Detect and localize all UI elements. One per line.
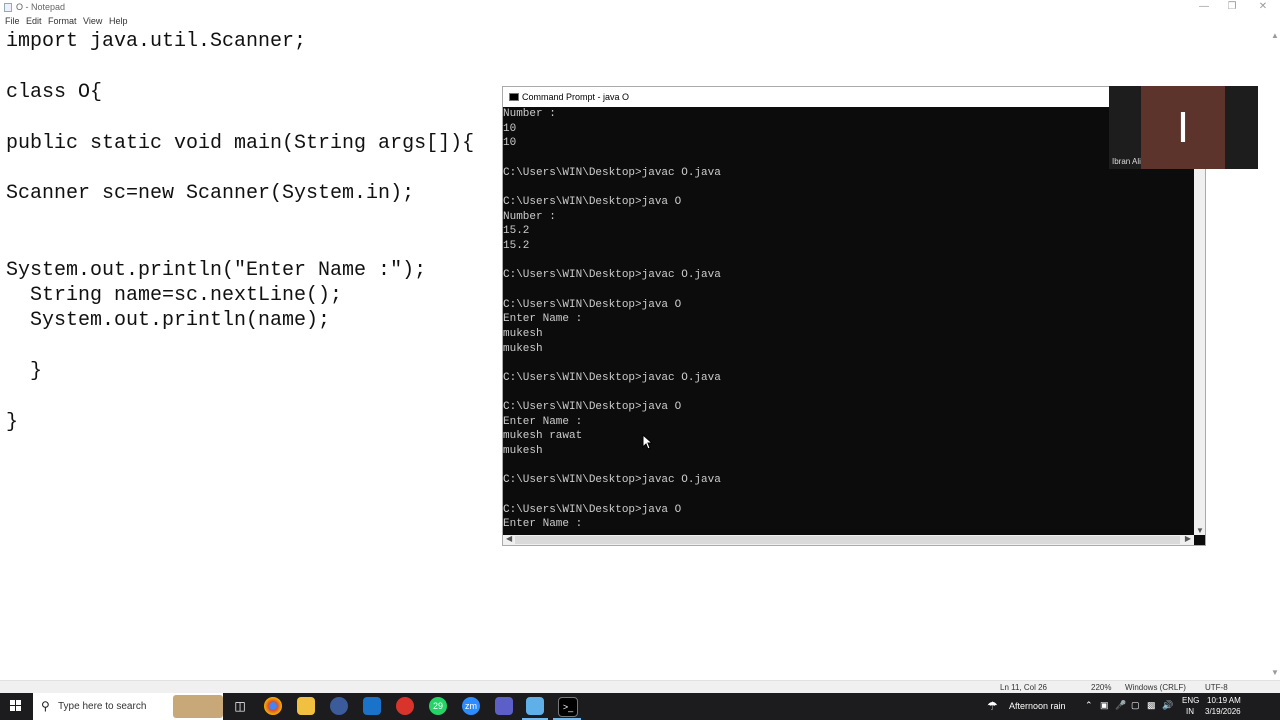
whatsapp-icon[interactable]: 29 xyxy=(429,697,447,715)
command-prompt-icon[interactable]: >_ xyxy=(558,697,578,717)
menu-file[interactable]: File xyxy=(5,16,20,26)
menu-bar: File Edit Format View Help xyxy=(0,15,1280,29)
notepad-icon[interactable] xyxy=(526,697,544,715)
code-line: public static void main(String args[]){ xyxy=(6,132,475,155)
scroll-down-icon[interactable]: ▼ xyxy=(1271,668,1279,677)
scroll-right-icon[interactable]: ▶ xyxy=(1185,534,1191,543)
code-line: System.out.println(name); xyxy=(6,309,331,332)
editor-vertical-scrollbar[interactable]: ▲ ▼ xyxy=(1270,29,1280,677)
teams-icon[interactable] xyxy=(495,697,513,715)
avatar: I xyxy=(1141,86,1225,169)
taskbar: ⚲ Type here to search ◫ 29 zm >_ ☂ After… xyxy=(0,693,1280,720)
code-line: class O{ xyxy=(6,81,103,104)
zoom-icon[interactable]: zm xyxy=(462,697,480,715)
menu-edit[interactable]: Edit xyxy=(26,16,42,26)
cmd-window-title: Command Prompt - java O xyxy=(522,92,630,102)
minimize-button[interactable]: — xyxy=(1189,0,1219,15)
scroll-down-icon[interactable]: ▼ xyxy=(1196,526,1204,535)
restore-button[interactable]: ❐ xyxy=(1217,0,1247,15)
code-line: Scanner sc=new Scanner(System.in); xyxy=(6,182,415,205)
notepad-title-bar[interactable]: O - Notepad — ❐ ✕ xyxy=(0,0,1280,15)
wps-office-icon[interactable] xyxy=(396,697,414,715)
clock-date[interactable]: 3/19/2026 xyxy=(1205,707,1241,716)
clock-time[interactable]: 10:19 AM xyxy=(1207,696,1241,705)
region-indicator[interactable]: IN xyxy=(1186,707,1194,716)
scrollbar-thumb[interactable] xyxy=(515,536,1180,544)
outlook-icon[interactable] xyxy=(363,697,381,715)
command-prompt-window[interactable]: Command Prompt - java O Number : 10 10 C… xyxy=(502,86,1206,546)
status-bar: Ln 11, Col 26 220% Windows (CRLF) UTF-8 xyxy=(0,680,1280,694)
search-icon: ⚲ xyxy=(41,699,50,713)
network-icon[interactable]: ▩ xyxy=(1147,700,1156,711)
chrome-icon[interactable] xyxy=(264,697,282,715)
screen-share-icon[interactable]: ▢ xyxy=(1131,700,1140,711)
participant-name: Ibran Ali xyxy=(1112,157,1141,166)
weather-text[interactable]: Afternoon rain xyxy=(1009,701,1066,711)
microphone-icon[interactable]: 🎤 xyxy=(1115,700,1126,711)
cmd-app-icon xyxy=(509,93,519,101)
cmd-vertical-scrollbar[interactable]: ▼ xyxy=(1194,107,1205,535)
code-line: } xyxy=(6,411,19,434)
tray-app-icon[interactable]: ▣ xyxy=(1100,700,1109,711)
cmd-horizontal-scrollbar[interactable]: ◀ ▶ xyxy=(503,534,1194,545)
mouse-cursor-icon xyxy=(642,434,652,450)
file-explorer-icon[interactable] xyxy=(297,697,315,715)
windows-start-icon[interactable] xyxy=(10,700,22,712)
search-highlight-icon xyxy=(173,695,223,718)
menu-view[interactable]: View xyxy=(83,16,102,26)
encoding: UTF-8 xyxy=(1205,683,1228,692)
scroll-up-icon[interactable]: ▲ xyxy=(1271,31,1279,40)
webcam-tile: I Ibran Ali xyxy=(1109,86,1258,169)
taskbar-search-box[interactable]: ⚲ Type here to search xyxy=(33,693,223,720)
code-line: System.out.println("Enter Name :"); xyxy=(6,259,427,282)
scroll-left-icon[interactable]: ◀ xyxy=(506,534,512,543)
close-button[interactable]: ✕ xyxy=(1248,0,1278,15)
menu-help[interactable]: Help xyxy=(109,16,128,26)
task-view-icon[interactable]: ◫ xyxy=(231,697,249,715)
notepad-app-icon xyxy=(4,3,12,12)
menu-format[interactable]: Format xyxy=(48,16,77,26)
cmd-title-bar[interactable]: Command Prompt - java O xyxy=(503,87,1205,107)
search-placeholder: Type here to search xyxy=(58,701,147,712)
zoom-level: 220% xyxy=(1091,683,1112,692)
language-indicator[interactable]: ENG xyxy=(1182,696,1199,705)
cursor-position: Ln 11, Col 26 xyxy=(1000,683,1047,692)
code-line: } xyxy=(6,360,43,383)
app-icon[interactable] xyxy=(330,697,348,715)
code-line: String name=sc.nextLine(); xyxy=(6,284,343,307)
chevron-up-icon[interactable]: ⌃ xyxy=(1085,700,1093,711)
console-output[interactable]: Number : 10 10 C:\Users\WIN\Desktop>java… xyxy=(503,107,721,532)
code-line: import java.util.Scanner; xyxy=(6,30,307,53)
volume-icon[interactable]: 🔊 xyxy=(1162,700,1173,711)
weather-icon[interactable]: ☂ xyxy=(987,699,998,713)
window-title: O - Notepad xyxy=(16,2,66,12)
line-ending: Windows (CRLF) xyxy=(1125,683,1186,692)
